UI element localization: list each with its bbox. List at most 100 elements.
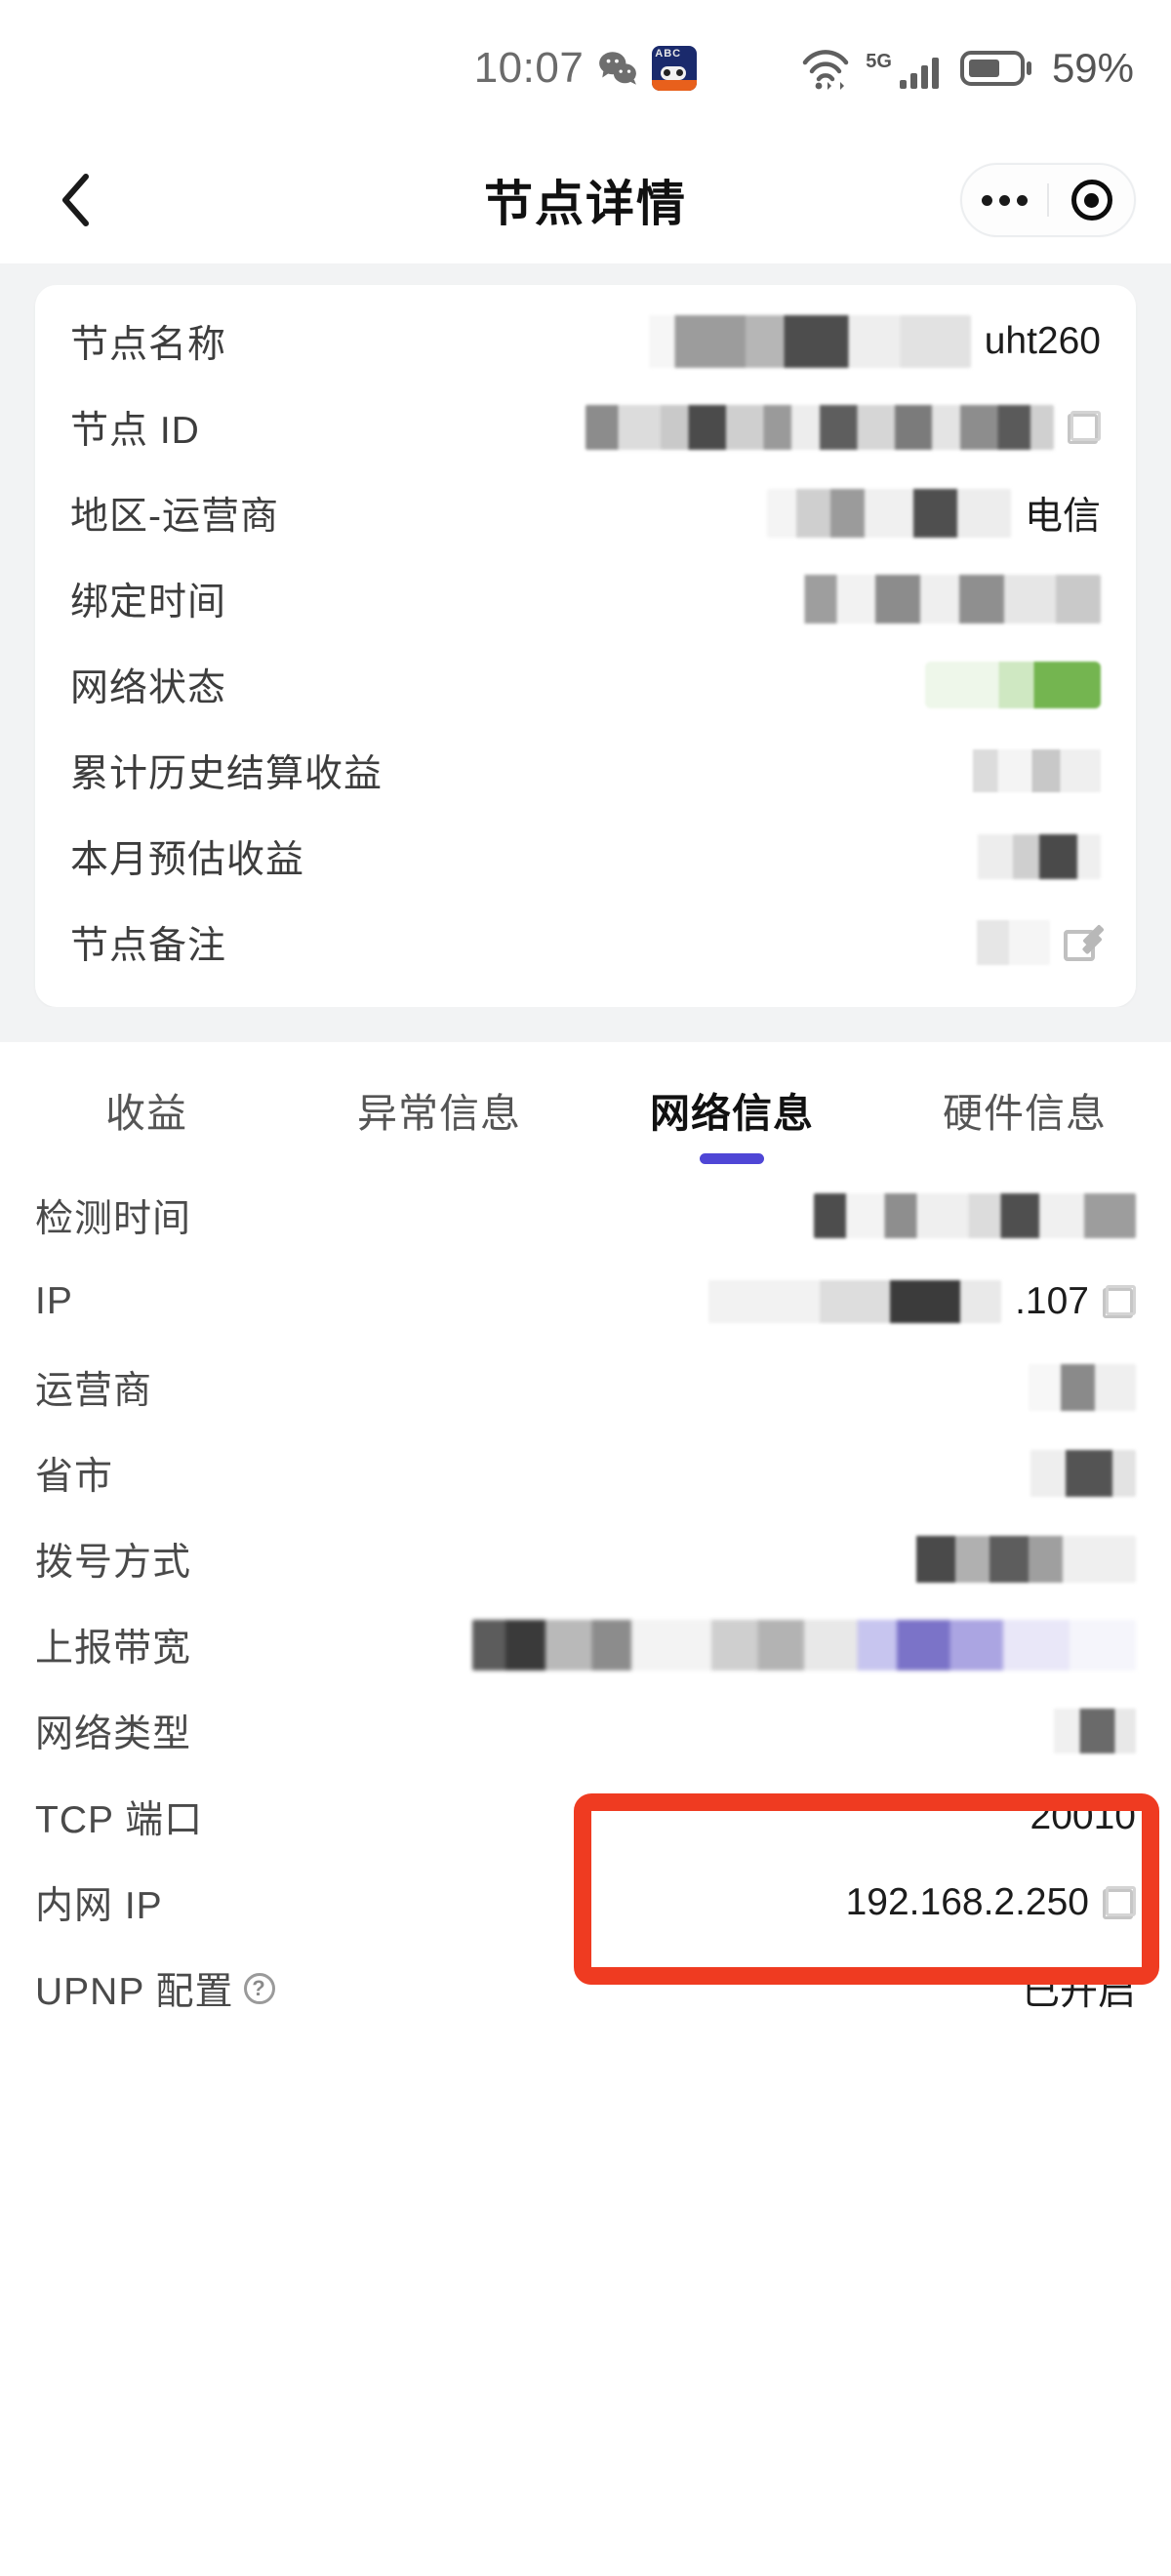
tab-network-info[interactable]: 网络信息 <box>586 1080 878 1164</box>
battery-icon <box>959 51 1031 86</box>
tab-abnormal-info[interactable]: 异常信息 <box>293 1080 586 1139</box>
row-value: 电信 <box>766 486 1101 541</box>
tabs-section: 收益 异常信息 网络信息 硬件信息 <box>0 1042 1171 1167</box>
signal-bars-icon <box>899 58 939 89</box>
row-label: 节点备注 <box>70 925 227 967</box>
status-bar: 10:07 ABC 5G 59% <box>0 0 1171 137</box>
row-value: .107 <box>708 1280 1136 1323</box>
value-tail: uht260 <box>984 320 1101 362</box>
redacted-value <box>989 1450 1136 1497</box>
network-type-label: 5G <box>866 51 892 72</box>
row-label: 累计历史结算收益 <box>70 753 384 795</box>
row-value: 20010 <box>1030 1795 1136 1837</box>
row-label: 检测时间 <box>35 1198 192 1240</box>
table-row[interactable]: 本月预估收益 <box>70 814 1101 900</box>
wechat-notification-icon <box>599 52 637 85</box>
row-value <box>925 662 1101 708</box>
table-row[interactable]: 节点备注 <box>70 900 1105 986</box>
table-row[interactable]: 绑定时间 <box>70 556 1101 642</box>
row-value <box>779 575 1101 624</box>
table-row[interactable]: 运营商 <box>35 1345 1136 1430</box>
table-row[interactable]: 省市 <box>35 1430 1136 1516</box>
row-label: UPNP 配置 ? <box>35 1961 275 2016</box>
table-row-upnp[interactable]: UPNP 配置 ? 已开启 <box>35 1946 1136 2032</box>
table-row[interactable]: 网络类型 <box>35 1688 1136 1774</box>
more-dots-icon[interactable] <box>962 194 1047 206</box>
row-value <box>586 405 1101 450</box>
table-row[interactable]: 上报带宽 <box>35 1602 1136 1688</box>
copy-icon[interactable] <box>1103 1886 1136 1919</box>
tab-label: 异常信息 <box>357 1091 521 1136</box>
upnp-label-text: UPNP 配置 <box>35 1971 234 2013</box>
tab-earnings[interactable]: 收益 <box>0 1080 293 1139</box>
table-row[interactable]: 地区-运营商 电信 <box>70 470 1101 556</box>
redacted-value <box>708 1280 1002 1323</box>
nav-bar: 节点详情 <box>0 137 1171 263</box>
table-row-tcp-port[interactable]: TCP 端口 20010 <box>35 1774 1136 1860</box>
info-card-section: 节点名称 uht260 节点 ID 地区-运营商 电信 绑定时间 网络状态 累计… <box>0 263 1171 1042</box>
row-label: 网络状态 <box>70 667 227 709</box>
table-row[interactable]: 节点 ID <box>70 384 1101 470</box>
redacted-value <box>779 575 1101 624</box>
row-value <box>956 920 1105 965</box>
network-info-list: 检测时间 IP .107 运营商 省市 拨号方式 上报带宽 网络类型 TCP 端… <box>0 1167 1171 2032</box>
row-label: 上报带宽 <box>35 1628 192 1670</box>
wechat-capsule <box>960 163 1136 237</box>
table-row[interactable]: IP .107 <box>35 1259 1136 1345</box>
table-row-lan-ip[interactable]: 内网 IP 192.168.2.250 <box>35 1860 1136 1946</box>
tab-label: 收益 <box>105 1091 187 1136</box>
table-row[interactable]: 拨号方式 <box>35 1516 1136 1602</box>
row-label: 地区-运营商 <box>70 496 279 538</box>
table-row[interactable]: 节点名称 uht260 <box>70 299 1101 384</box>
redacted-value <box>814 1193 1136 1238</box>
row-label: 内网 IP <box>35 1885 163 1927</box>
tab-label: 网络信息 <box>650 1091 814 1136</box>
tab-bar: 收益 异常信息 网络信息 硬件信息 <box>0 1052 1171 1167</box>
row-label: TCP 端口 <box>35 1799 204 1841</box>
row-label: 拨号方式 <box>35 1542 192 1584</box>
help-icon[interactable]: ? <box>243 1973 275 2004</box>
row-label: 省市 <box>35 1456 114 1498</box>
target-circle-icon[interactable] <box>1049 180 1134 221</box>
tab-active-indicator <box>700 1153 764 1164</box>
tab-label: 硬件信息 <box>943 1091 1107 1136</box>
redacted-value <box>472 1620 1136 1670</box>
table-row[interactable]: 检测时间 <box>35 1173 1136 1259</box>
row-label: IP <box>35 1280 73 1322</box>
abc-reading-app-icon: ABC <box>652 46 698 91</box>
row-value: 已开启 <box>1021 1971 1136 2013</box>
row-value <box>1029 1364 1136 1411</box>
redacted-value <box>1019 1709 1136 1753</box>
edit-icon[interactable] <box>1064 924 1105 961</box>
row-label: 节点 ID <box>70 410 200 452</box>
table-row[interactable]: 累计历史结算收益 <box>70 728 1101 814</box>
back-chevron-icon[interactable] <box>41 166 109 234</box>
redacted-value <box>648 315 971 368</box>
status-bar-right: 5G 59% <box>801 45 1134 92</box>
row-value <box>1019 1709 1136 1753</box>
row-value <box>945 749 1101 792</box>
row-value: 192.168.2.250 <box>846 1881 1136 1924</box>
node-info-card: 节点名称 uht260 节点 ID 地区-运营商 电信 绑定时间 网络状态 累计… <box>35 285 1136 1007</box>
redacted-value <box>954 834 1101 879</box>
wifi-icon <box>803 50 849 90</box>
row-label: 绑定时间 <box>70 582 227 624</box>
row-value <box>989 1450 1136 1497</box>
copy-icon[interactable] <box>1068 411 1101 444</box>
row-value <box>892 1536 1136 1583</box>
table-row[interactable]: 网络状态 <box>70 642 1101 728</box>
redacted-value <box>892 1536 1136 1583</box>
redacted-value <box>925 662 1101 708</box>
row-value <box>954 834 1101 879</box>
redacted-value <box>586 405 1054 450</box>
value-tail: 电信 <box>1024 496 1101 538</box>
row-value <box>472 1620 1136 1670</box>
tab-hardware-info[interactable]: 硬件信息 <box>878 1080 1171 1139</box>
redacted-value <box>766 489 1011 538</box>
battery-percent: 59% <box>1051 45 1134 91</box>
row-label: 运营商 <box>35 1370 153 1412</box>
value-tail: .107 <box>1015 1280 1089 1322</box>
copy-icon[interactable] <box>1103 1285 1136 1318</box>
status-time: 10:07 <box>473 44 585 92</box>
redacted-value <box>1029 1364 1136 1411</box>
